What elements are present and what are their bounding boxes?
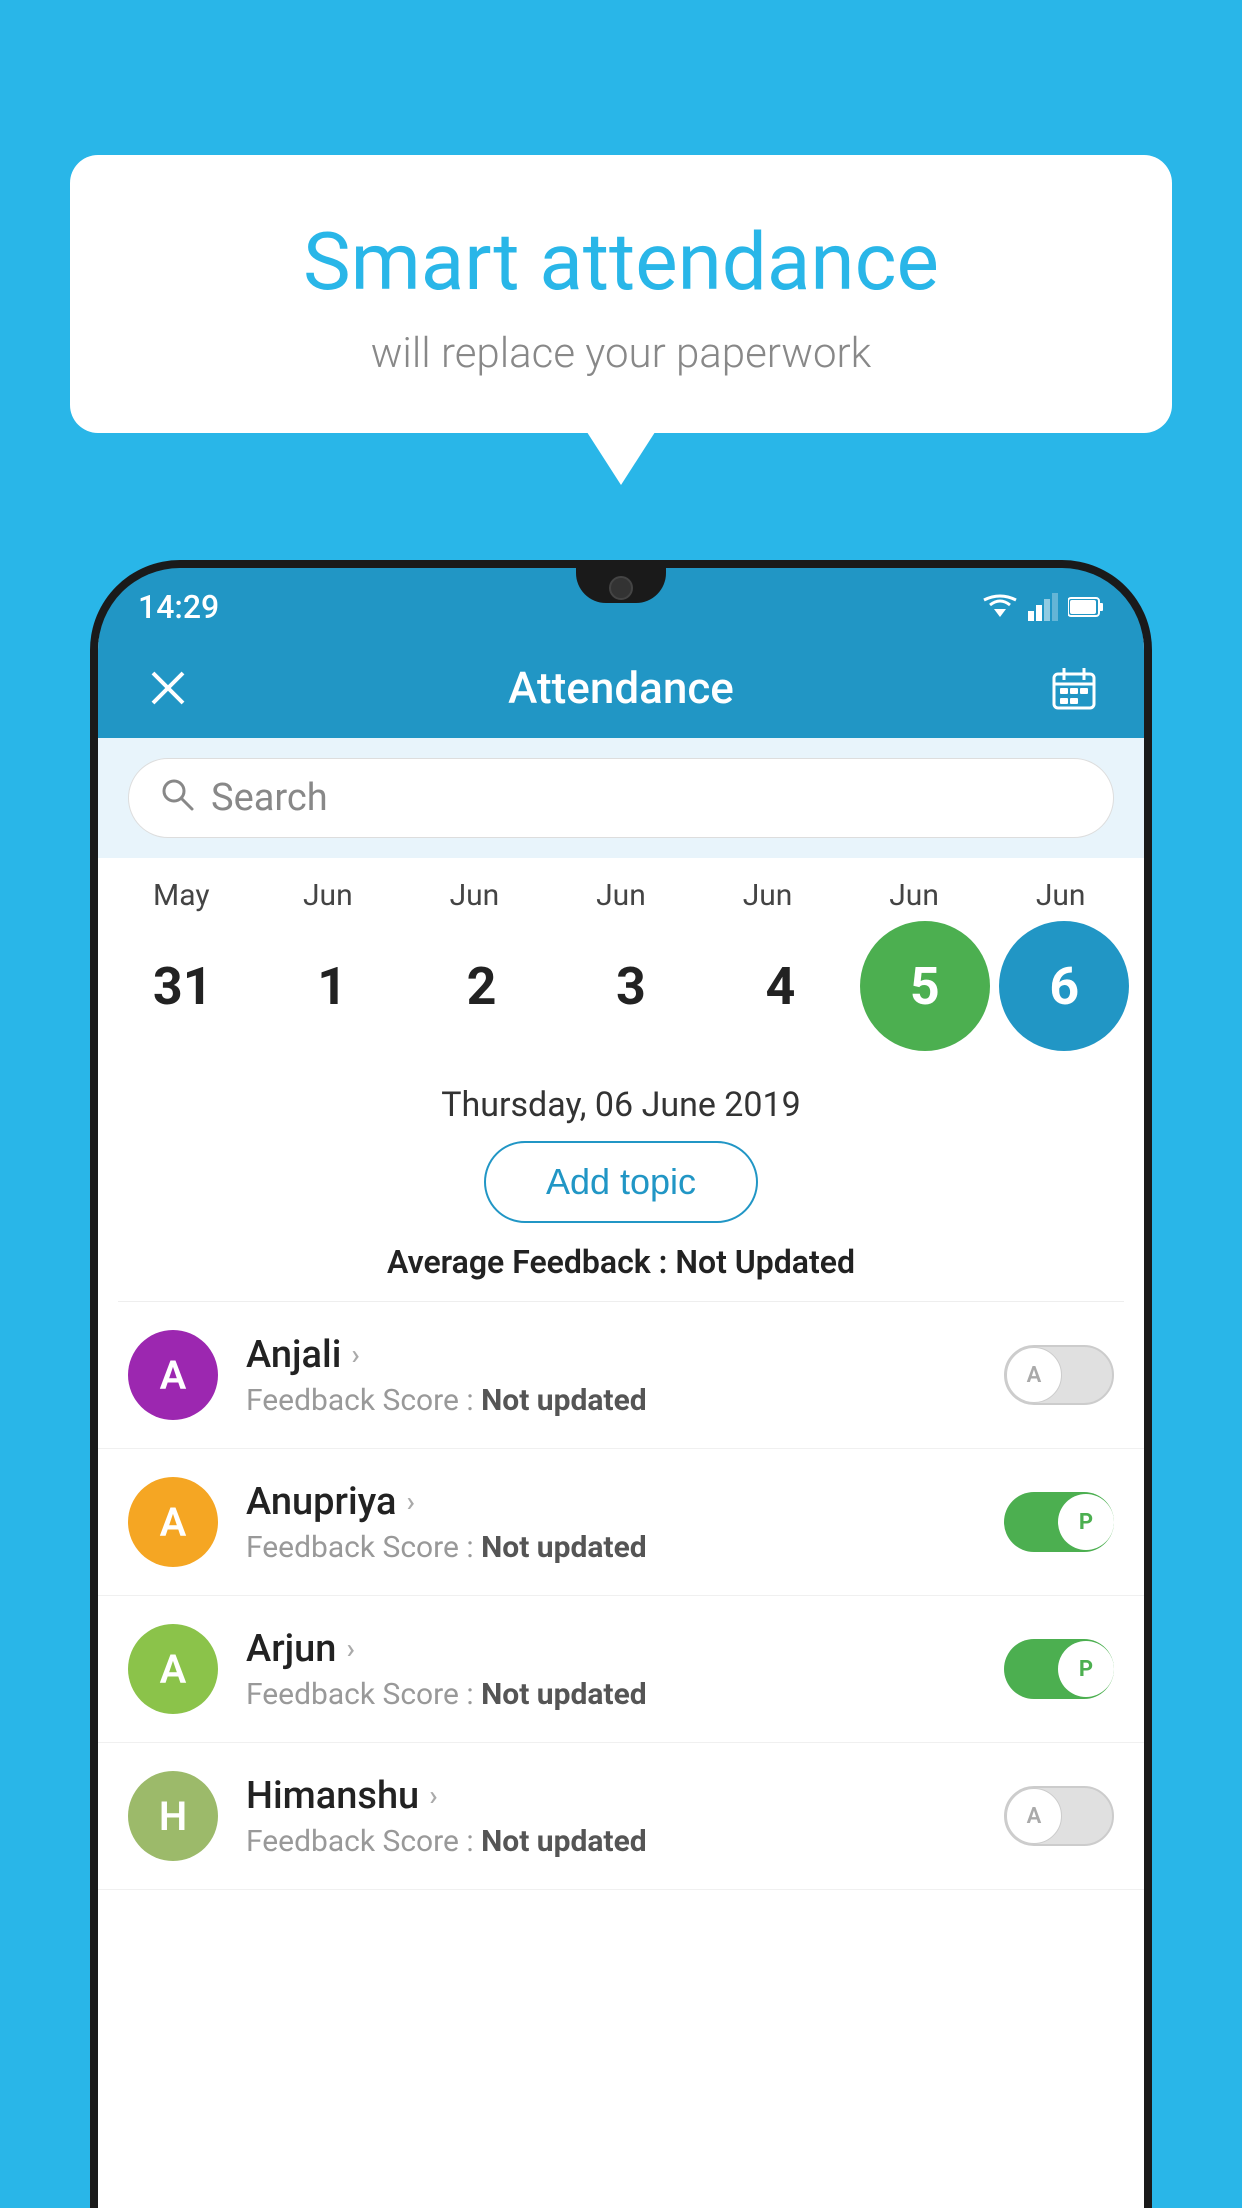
feedback-anupriya: Feedback Score : Not updated [246, 1530, 1004, 1565]
student-info-arjun: Arjun › Feedback Score : Not updated [246, 1627, 1004, 1712]
student-item-anupriya: A Anupriya › Feedback Score : Not update… [98, 1449, 1144, 1596]
phone-camera [609, 576, 633, 600]
avg-feedback-label: Average Feedback : [387, 1243, 675, 1281]
student-item-arjun: A Arjun › Feedback Score : Not updated P [98, 1596, 1144, 1743]
student-name-himanshu[interactable]: Himanshu › [246, 1774, 1004, 1818]
search-icon [159, 776, 195, 821]
student-item-anjali: A Anjali › Feedback Score : Not updated … [98, 1302, 1144, 1449]
student-name-anjali[interactable]: Anjali › [246, 1333, 1004, 1377]
date-5-today[interactable]: 5 [860, 921, 990, 1051]
toggle-anjali[interactable]: A [1004, 1345, 1114, 1405]
month-4: Jun [698, 878, 838, 913]
signal-icon [1028, 593, 1058, 621]
selected-date: Thursday, 06 June 2019 [98, 1061, 1144, 1141]
chevron-himanshu: › [429, 1779, 437, 1812]
month-3: Jun [551, 878, 691, 913]
search-container: Search [98, 738, 1144, 858]
month-6: Jun [991, 878, 1131, 913]
date-3[interactable]: 3 [561, 921, 701, 1051]
wifi-icon [982, 593, 1018, 621]
feedback-himanshu: Feedback Score : Not updated [246, 1824, 1004, 1859]
status-time: 14:29 [138, 588, 219, 626]
student-name-arjun[interactable]: Arjun › [246, 1627, 1004, 1671]
feedback-arjun: Feedback Score : Not updated [246, 1677, 1004, 1712]
chevron-anjali: › [351, 1338, 359, 1371]
avatar-anupriya: A [128, 1477, 218, 1567]
month-0: May [111, 878, 251, 913]
search-bar[interactable]: Search [128, 758, 1114, 838]
month-2: Jun [404, 878, 544, 913]
status-icons [982, 593, 1104, 621]
app-screen: Attendance [98, 638, 1144, 2208]
speech-bubble-container: Smart attendance will replace your paper… [70, 155, 1172, 433]
months-row: May Jun Jun Jun Jun Jun Jun [108, 878, 1134, 921]
avg-feedback: Average Feedback : Not Updated [98, 1243, 1144, 1301]
student-info-anupriya: Anupriya › Feedback Score : Not updated [246, 1480, 1004, 1565]
avatar-arjun: A [128, 1624, 218, 1714]
phone-inner: 14:29 [98, 568, 1144, 2208]
phone-frame: 14:29 [90, 560, 1152, 2208]
month-5: Jun [844, 878, 984, 913]
dates-row: 31 1 2 3 4 5 6 [108, 921, 1134, 1051]
toggle-himanshu[interactable]: A [1004, 1786, 1114, 1846]
add-topic-button[interactable]: Add topic [484, 1141, 758, 1223]
toggle-arjun[interactable]: P [1004, 1639, 1114, 1699]
phone-notch [576, 568, 666, 603]
chevron-arjun: › [346, 1632, 354, 1665]
student-info-anjali: Anjali › Feedback Score : Not updated [246, 1333, 1004, 1418]
toggle-anupriya[interactable]: P [1004, 1492, 1114, 1552]
app-top-bar: Attendance [98, 638, 1144, 738]
app-title: Attendance [228, 662, 1014, 714]
calendar-strip: May Jun Jun Jun Jun Jun Jun 31 1 2 3 4 5… [98, 858, 1144, 1061]
battery-icon [1068, 596, 1104, 618]
avatar-himanshu: H [128, 1771, 218, 1861]
avatar-anjali: A [128, 1330, 218, 1420]
student-name-anupriya[interactable]: Anupriya › [246, 1480, 1004, 1524]
speech-bubble-heading: Smart attendance [150, 215, 1092, 309]
date-1[interactable]: 1 [262, 921, 402, 1051]
month-1: Jun [258, 878, 398, 913]
speech-bubble: Smart attendance will replace your paper… [70, 155, 1172, 433]
speech-bubble-subtext: will replace your paperwork [150, 329, 1092, 378]
chevron-anupriya: › [406, 1485, 414, 1518]
date-4[interactable]: 4 [710, 921, 850, 1051]
date-6-selected[interactable]: 6 [999, 921, 1129, 1051]
calendar-button[interactable] [1044, 658, 1104, 718]
date-31[interactable]: 31 [113, 921, 253, 1051]
date-2[interactable]: 2 [412, 921, 552, 1051]
student-list: A Anjali › Feedback Score : Not updated … [98, 1302, 1144, 1890]
search-input[interactable]: Search [211, 776, 328, 820]
close-button[interactable] [138, 658, 198, 718]
feedback-anjali: Feedback Score : Not updated [246, 1383, 1004, 1418]
avg-feedback-value: Not Updated [675, 1243, 855, 1281]
student-item-himanshu: H Himanshu › Feedback Score : Not update… [98, 1743, 1144, 1890]
student-info-himanshu: Himanshu › Feedback Score : Not updated [246, 1774, 1004, 1859]
